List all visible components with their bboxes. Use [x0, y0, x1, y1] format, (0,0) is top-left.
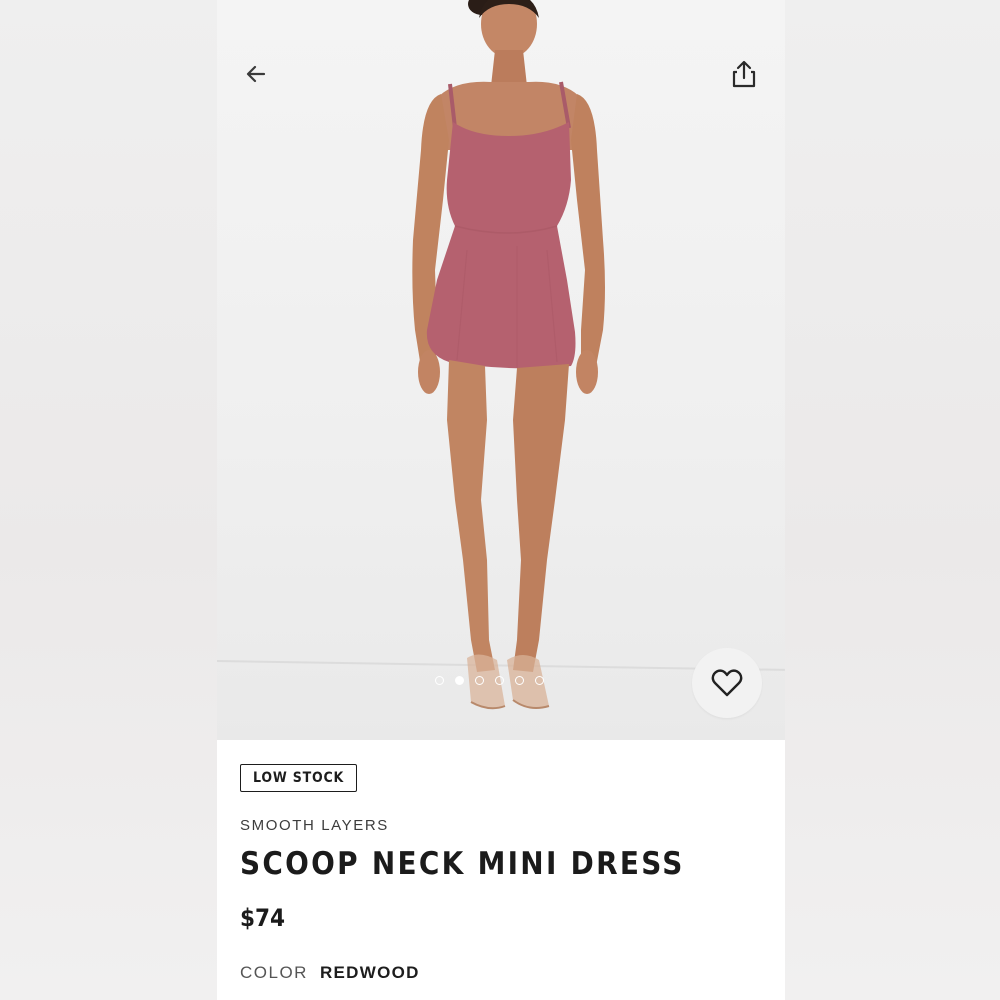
background-blur-right	[785, 0, 1000, 1000]
product-title: SCOOP NECK MINI DRESS	[240, 846, 685, 882]
gallery-dot[interactable]	[535, 676, 544, 685]
product-image-gallery[interactable]	[217, 0, 785, 740]
heart-icon	[711, 669, 743, 697]
color-row: COLOR REDWOOD	[240, 963, 420, 983]
gallery-dot[interactable]	[435, 676, 444, 685]
share-button[interactable]	[726, 56, 762, 92]
product-price: $74	[240, 904, 286, 932]
gallery-dot-active[interactable]	[455, 676, 464, 685]
gallery-dot[interactable]	[475, 676, 484, 685]
share-icon	[732, 60, 756, 88]
arrow-left-icon	[246, 65, 266, 83]
gallery-dot[interactable]	[515, 676, 524, 685]
product-brand: SMOOTH LAYERS	[240, 817, 389, 834]
color-label: COLOR	[240, 963, 308, 982]
stock-badge: LOW STOCK	[240, 764, 358, 792]
favorite-button[interactable]	[692, 648, 762, 718]
gallery-dot[interactable]	[495, 676, 504, 685]
color-value: REDWOOD	[319, 963, 420, 982]
background-blur-left	[0, 0, 217, 1000]
back-button[interactable]	[238, 56, 274, 92]
product-screen: LOW STOCK SMOOTH LAYERS SCOOP NECK MINI …	[217, 0, 785, 1000]
gallery-pagination	[435, 676, 544, 685]
product-photo	[412, 0, 605, 710]
